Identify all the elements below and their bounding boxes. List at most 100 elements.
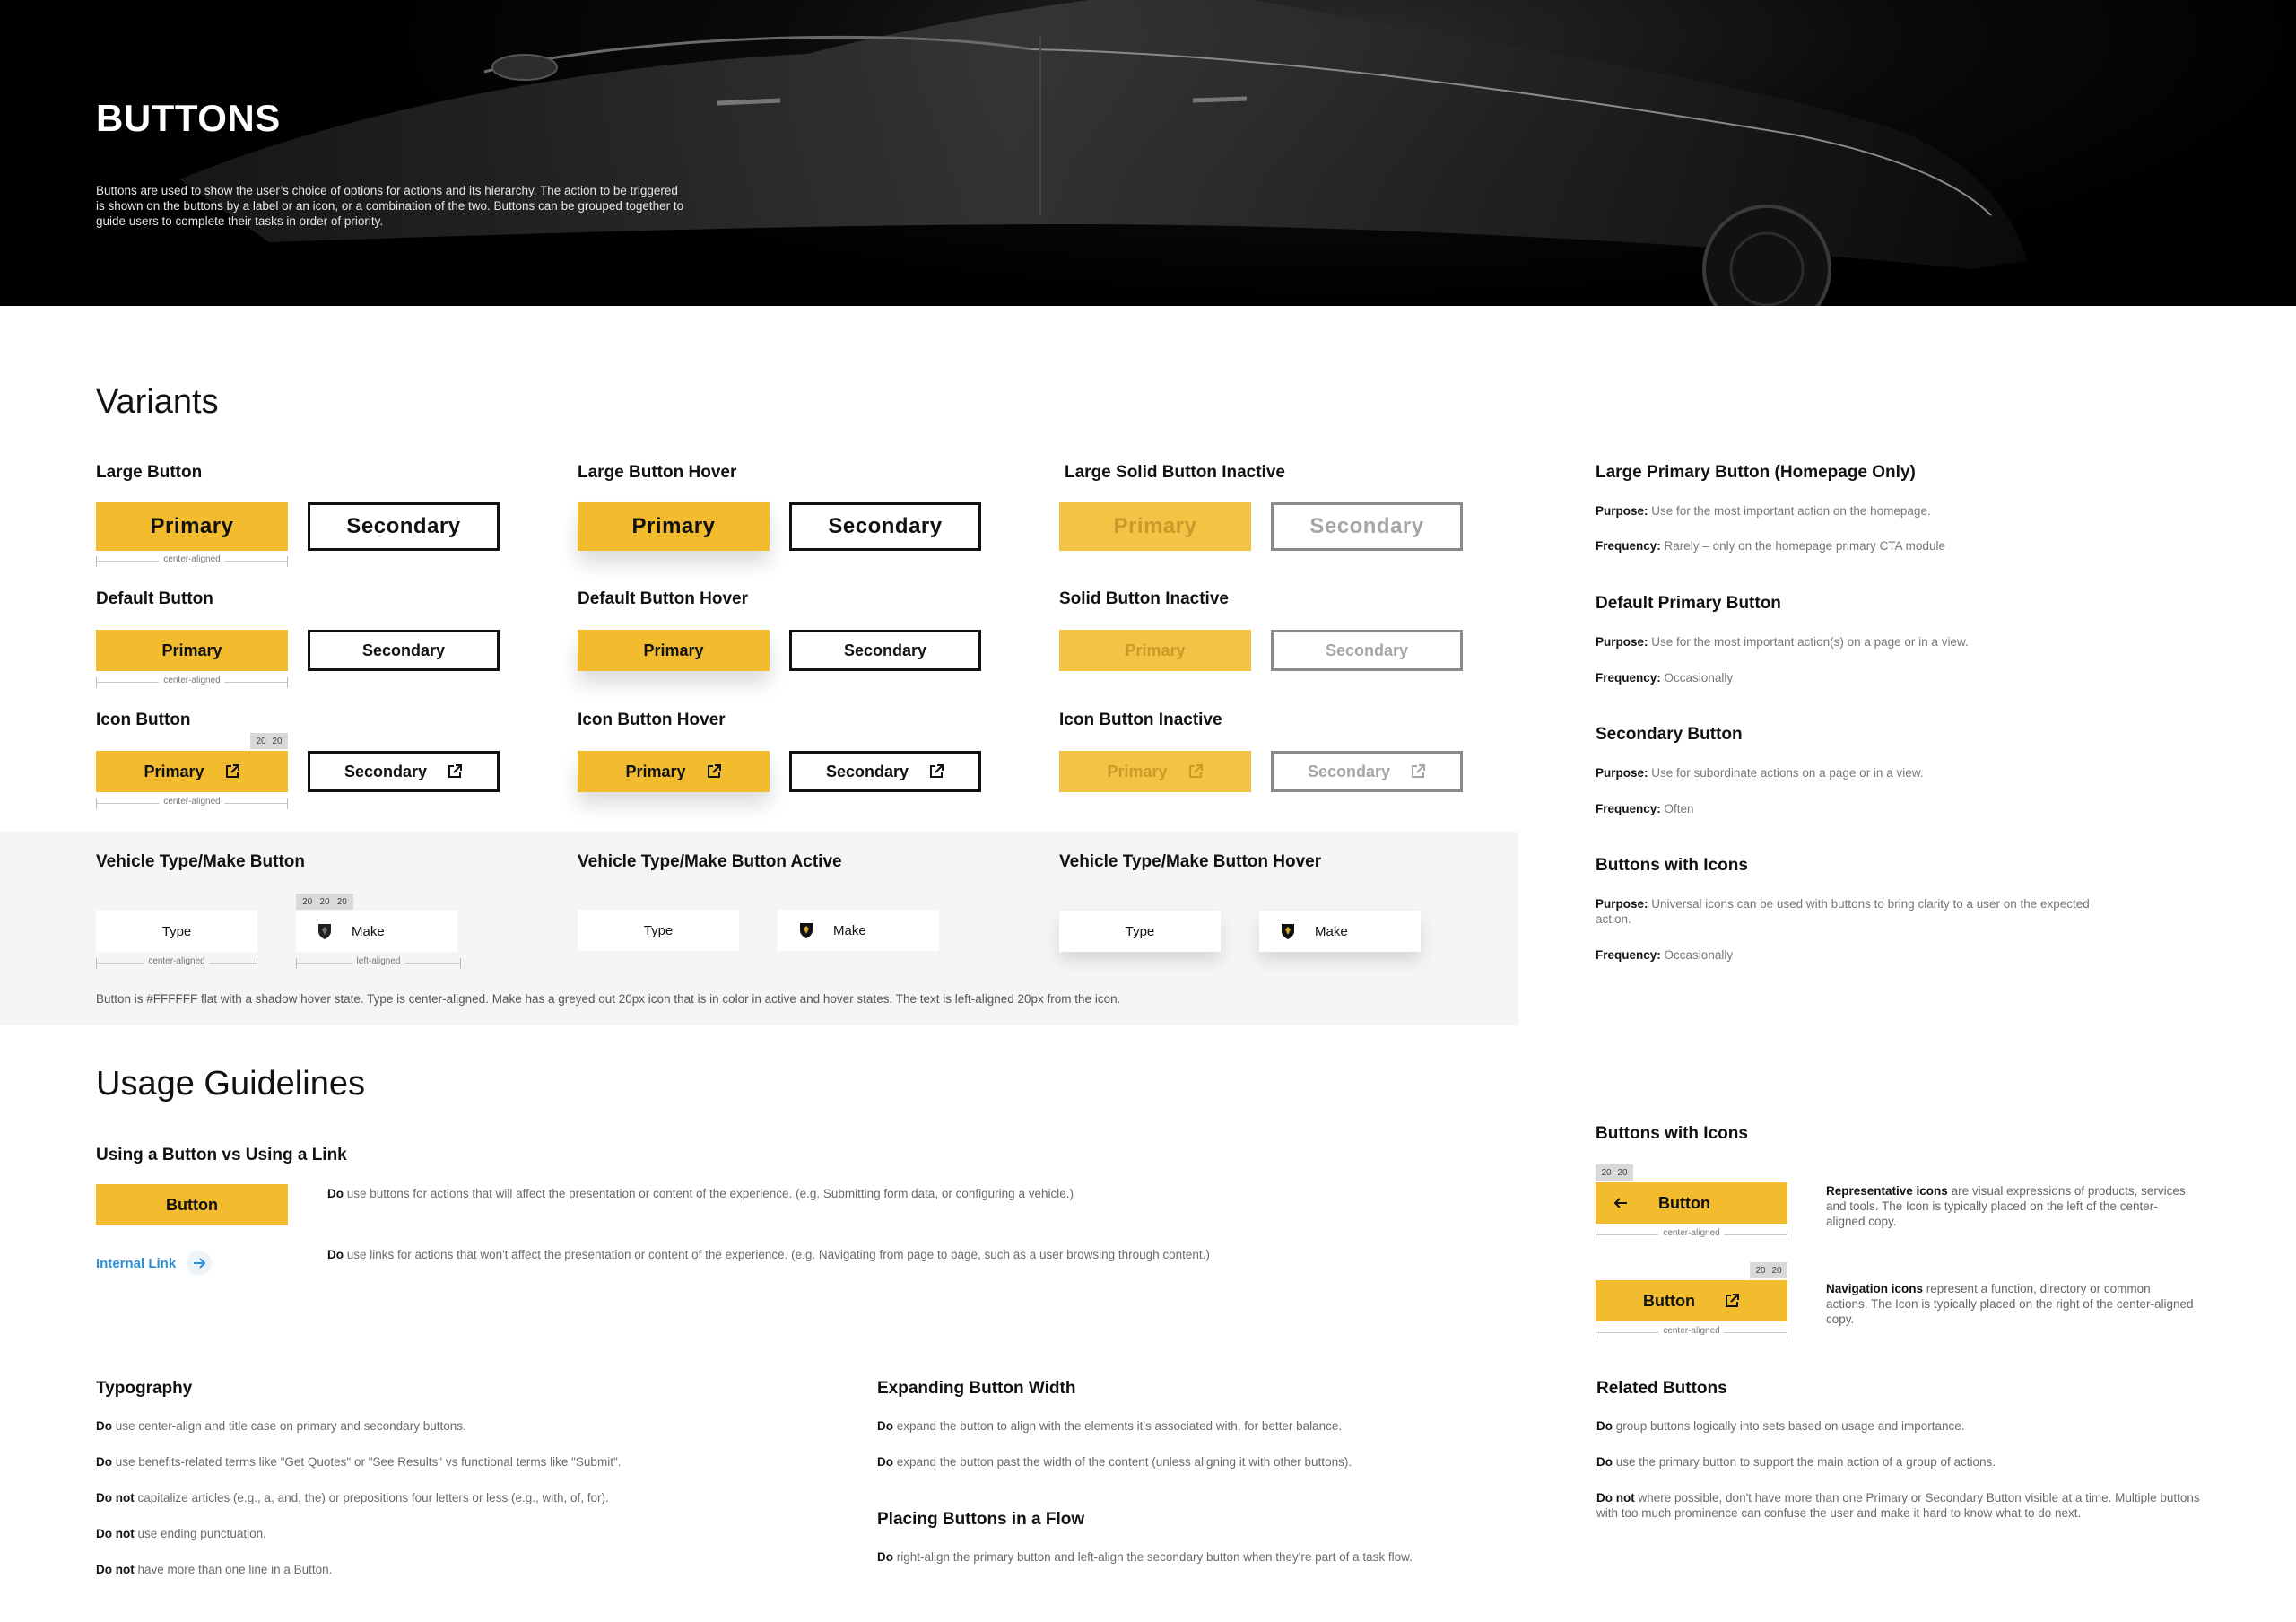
default-primary-hover-button[interactable]: Primary bbox=[578, 630, 770, 671]
solid-button-inactive-title: Solid Button Inactive bbox=[1059, 589, 1229, 608]
button-label: Secondary bbox=[825, 762, 909, 780]
spec-frequency: Frequency: Rarely – only on the homepage… bbox=[1596, 539, 1945, 553]
icon-button-title: Icon Button bbox=[96, 711, 191, 729]
guideline-item: Do not use ending punctuation. bbox=[96, 1527, 266, 1540]
guideline-item: Do use center-align and title case on pr… bbox=[96, 1419, 466, 1433]
external-link-icon bbox=[1412, 764, 1426, 778]
large-primary-button[interactable]: Primary bbox=[96, 502, 288, 551]
shield-logo-icon bbox=[318, 924, 331, 939]
icon-primary-hover-button[interactable]: Primary bbox=[578, 751, 770, 792]
vehicle-button-hover-title: Vehicle Type/Make Button Hover bbox=[1059, 852, 1322, 871]
external-link-icon bbox=[225, 764, 239, 778]
alignment-guide: center-aligned bbox=[1596, 1228, 1787, 1241]
external-link-icon bbox=[1725, 1294, 1739, 1307]
arrow-right-icon bbox=[187, 1251, 213, 1276]
arrow-left-icon bbox=[1613, 1198, 1627, 1208]
button-label: Primary bbox=[1107, 762, 1168, 780]
vehicle-button-active-title: Vehicle Type/Make Button Active bbox=[578, 852, 842, 871]
spec-purpose: Purpose: Use for subordinate actions on … bbox=[1596, 766, 1924, 780]
alignment-guide: center-aligned bbox=[96, 554, 288, 567]
guideline-item: Do not where possible, don't have more t… bbox=[1596, 1491, 2200, 1520]
icon-button-hover-title: Icon Button Hover bbox=[578, 711, 726, 729]
button-label: Secondary bbox=[344, 762, 428, 780]
variants-heading: Variants bbox=[96, 383, 219, 421]
vehicle-button-title: Vehicle Type/Make Button bbox=[96, 852, 305, 871]
link-guideline: Do use links for actions that won't affe… bbox=[327, 1248, 1210, 1261]
guideline-item: Do expand the button past the width of t… bbox=[877, 1455, 1352, 1469]
link-label: Internal Link bbox=[96, 1255, 177, 1271]
vehicle-type-active-button[interactable]: Type bbox=[578, 910, 739, 951]
button-label: Make bbox=[833, 922, 866, 938]
spec-purpose: Purpose: Universal icons can be used wit… bbox=[1596, 897, 2090, 926]
default-secondary-hover-button[interactable]: Secondary bbox=[789, 630, 981, 671]
hero-banner: BUTTONS Buttons are used to show the use… bbox=[0, 0, 2296, 306]
shield-logo-icon bbox=[800, 923, 813, 938]
guideline-item: Do not have more than one line in a Butt… bbox=[96, 1563, 333, 1576]
external-link-icon bbox=[930, 764, 944, 778]
spec-purpose: Purpose: Use for the most important acti… bbox=[1596, 504, 1931, 518]
large-button-hover-title: Large Button Hover bbox=[578, 463, 737, 482]
icon-right-button[interactable]: Button bbox=[1596, 1280, 1787, 1321]
alignment-guide: center-aligned bbox=[96, 797, 288, 809]
icon-size-tag: 20 20 bbox=[1596, 1164, 1633, 1181]
spec-frequency: Frequency: Occasionally bbox=[1596, 671, 1734, 685]
car-silhouette-image bbox=[179, 0, 2027, 306]
default-button-title: Default Button bbox=[96, 589, 213, 608]
default-button-hover-title: Default Button Hover bbox=[578, 589, 748, 608]
alignment-guide: left-aligned bbox=[296, 956, 461, 969]
button-guideline: Do use buttons for actions that will aff… bbox=[327, 1187, 1074, 1200]
large-primary-hover-button[interactable]: Primary bbox=[578, 502, 770, 551]
vehicle-make-button[interactable]: Make bbox=[296, 911, 457, 952]
icon-primary-button[interactable]: Primary bbox=[96, 751, 288, 792]
spec-purpose: Purpose: Use for the most important acti… bbox=[1596, 635, 1969, 649]
page-title: BUTTONS bbox=[96, 97, 281, 139]
button-label: Primary bbox=[625, 762, 686, 780]
spec-title: Large Primary Button (Homepage Only) bbox=[1596, 463, 1916, 482]
internal-link[interactable]: Internal Link bbox=[96, 1251, 213, 1276]
vehicle-button-note: Button is #FFFFFF flat with a shadow hov… bbox=[96, 992, 1121, 1006]
guideline-item: Do not capitalize articles (e.g., a, and… bbox=[96, 1491, 609, 1504]
spec-title: Default Primary Button bbox=[1596, 594, 1781, 613]
default-primary-button[interactable]: Primary bbox=[96, 630, 288, 671]
button-label: Type bbox=[161, 923, 192, 939]
alignment-guide: center-aligned bbox=[96, 956, 257, 969]
spec-title: Secondary Button bbox=[1596, 725, 1743, 744]
button-label: Make bbox=[1315, 923, 1348, 939]
example-button[interactable]: Button bbox=[96, 1184, 288, 1225]
external-link-icon bbox=[1188, 764, 1203, 778]
vehicle-make-active-button[interactable]: Make bbox=[778, 910, 939, 951]
large-secondary-button[interactable]: Secondary bbox=[308, 502, 500, 551]
icon-button-inactive-title: Icon Button Inactive bbox=[1059, 711, 1222, 729]
page-description: Buttons are used to show the user’s choi… bbox=[96, 184, 684, 228]
alignment-guide: center-aligned bbox=[96, 676, 288, 688]
vehicle-type-hover-button[interactable]: Type bbox=[1059, 911, 1221, 952]
icon-size-tag: 20 20 bbox=[1750, 1262, 1787, 1278]
default-secondary-button[interactable]: Secondary bbox=[308, 630, 500, 671]
icon-left-button[interactable]: Button bbox=[1596, 1182, 1787, 1224]
guideline-item: Do expand the button to align with the e… bbox=[877, 1419, 1343, 1433]
button-label: Button bbox=[1643, 1291, 1695, 1310]
vehicle-make-hover-button[interactable]: Make bbox=[1259, 911, 1421, 952]
large-primary-inactive-button: Primary bbox=[1059, 502, 1251, 551]
icon-secondary-inactive-button: Secondary bbox=[1271, 751, 1463, 792]
guideline-item: Do group buttons logically into sets bas… bbox=[1596, 1419, 1965, 1433]
placing-flow-title: Placing Buttons in a Flow bbox=[877, 1510, 1085, 1529]
shield-logo-icon bbox=[1282, 924, 1294, 939]
icon-secondary-button[interactable]: Secondary bbox=[308, 751, 500, 792]
large-secondary-hover-button[interactable]: Secondary bbox=[789, 502, 981, 551]
usage-heading: Usage Guidelines bbox=[96, 1065, 365, 1103]
buttons-with-icons-title: Buttons with Icons bbox=[1596, 1124, 1748, 1143]
vehicle-type-button[interactable]: Type bbox=[96, 911, 257, 952]
button-label: Primary bbox=[144, 762, 204, 780]
icon-secondary-hover-button[interactable]: Secondary bbox=[789, 751, 981, 792]
icon-size-tag: 20 20 bbox=[250, 733, 288, 749]
representative-icons-text: Representative icons are visual expressi… bbox=[1826, 1184, 2189, 1228]
guideline-item: Do use benefits-related terms like "Get … bbox=[96, 1455, 622, 1469]
button-label: Make bbox=[352, 923, 385, 939]
expanding-width-title: Expanding Button Width bbox=[877, 1379, 1076, 1398]
button-label: Secondary bbox=[1307, 762, 1391, 780]
spec-title: Buttons with Icons bbox=[1596, 856, 1748, 875]
spec-frequency: Frequency: Occasionally bbox=[1596, 948, 1734, 962]
button-label: Button bbox=[1658, 1193, 1710, 1212]
typography-title: Typography bbox=[96, 1379, 193, 1398]
